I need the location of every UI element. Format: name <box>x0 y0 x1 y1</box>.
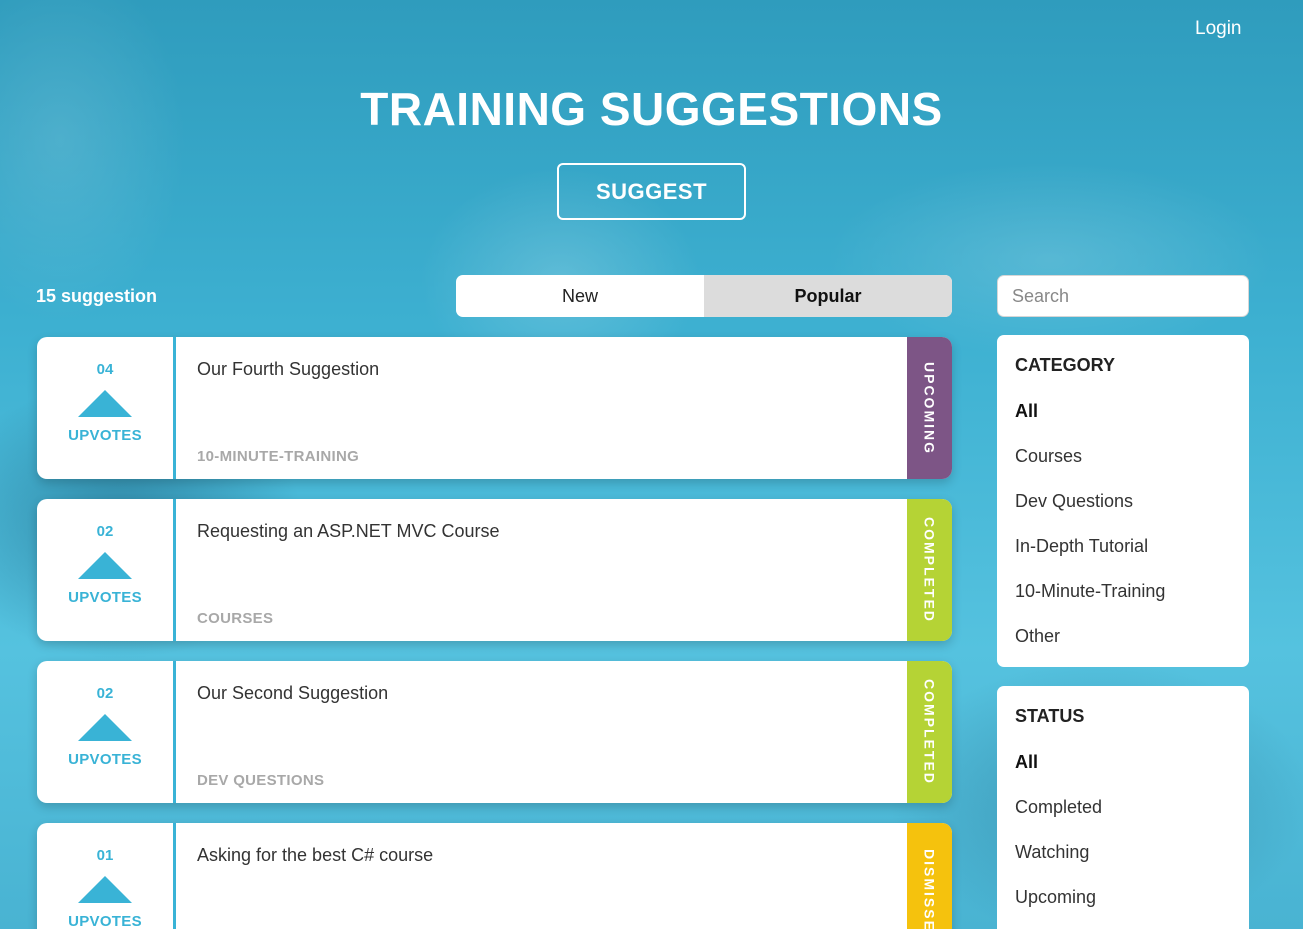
suggestion-title[interactable]: Our Second Suggestion <box>197 683 907 704</box>
status-filter-panel: STATUS All Completed Watching Upcoming <box>997 686 1249 929</box>
status-label: COMPLETED <box>921 517 938 623</box>
search-input[interactable] <box>997 275 1249 317</box>
vote-label: UPVOTES <box>68 589 142 606</box>
upvote-button[interactable]: 01 UPVOTES <box>37 823 176 929</box>
status-label: DISMISSED <box>921 849 938 929</box>
upvote-button[interactable]: 02 UPVOTES <box>37 499 176 641</box>
suggestion-body: Requesting an ASP.NET MVC Course COURSES <box>176 499 907 641</box>
vote-count: 01 <box>96 847 114 864</box>
sort-popular-button[interactable]: Popular <box>704 275 952 317</box>
sort-new-button[interactable]: New <box>456 275 704 317</box>
upvote-arrow-icon <box>78 390 132 417</box>
status-label: COMPLETED <box>921 679 938 785</box>
status-item-all[interactable]: All <box>1015 752 1231 797</box>
status-badge: COMPLETED <box>907 499 952 641</box>
category-filter-panel: CATEGORY All Courses Dev Questions In-De… <box>997 335 1249 667</box>
suggestion-category: 10-MINUTE-TRAINING <box>197 448 360 465</box>
page-title: TRAINING SUGGESTIONS <box>360 83 943 135</box>
vote-label: UPVOTES <box>68 427 142 444</box>
suggestion-title[interactable]: Our Fourth Suggestion <box>197 359 907 380</box>
status-badge: COMPLETED <box>907 661 952 803</box>
status-heading: STATUS <box>1015 706 1085 726</box>
upvote-button[interactable]: 02 UPVOTES <box>37 661 176 803</box>
vote-count: 02 <box>96 523 114 540</box>
suggestion-title[interactable]: Asking for the best C# course <box>197 845 907 866</box>
suggestion-body: Asking for the best C# course <box>176 823 907 929</box>
suggestion-title[interactable]: Requesting an ASP.NET MVC Course <box>197 521 907 542</box>
upvote-arrow-icon <box>78 552 132 579</box>
vote-count: 04 <box>96 361 114 378</box>
suggest-button[interactable]: SUGGEST <box>557 163 746 220</box>
category-item-dev-questions[interactable]: Dev Questions <box>1015 491 1231 536</box>
category-item-courses[interactable]: Courses <box>1015 446 1231 491</box>
upvote-arrow-icon <box>78 876 132 903</box>
suggestion-card: 02 UPVOTES Our Second Suggestion DEV QUE… <box>37 661 952 803</box>
status-badge: DISMISSED <box>907 823 952 929</box>
suggestion-body: Our Fourth Suggestion 10-MINUTE-TRAINING <box>176 337 907 479</box>
status-badge: UPCOMING <box>907 337 952 479</box>
suggestion-category: DEV QUESTIONS <box>197 772 325 789</box>
suggestion-category: COURSES <box>197 610 274 627</box>
category-item-10-minute-training[interactable]: 10-Minute-Training <box>1015 581 1231 626</box>
vote-label: UPVOTES <box>68 751 142 768</box>
vote-label: UPVOTES <box>68 913 142 929</box>
sort-toggle: New Popular <box>456 275 952 317</box>
status-item-watching[interactable]: Watching <box>1015 842 1231 887</box>
upvote-arrow-icon <box>78 714 132 741</box>
category-item-all[interactable]: All <box>1015 401 1231 446</box>
suggestion-count: 15 suggestion <box>36 286 158 306</box>
status-item-upcoming[interactable]: Upcoming <box>1015 887 1231 929</box>
login-link[interactable]: Login <box>1195 18 1242 40</box>
upvote-button[interactable]: 04 UPVOTES <box>37 337 176 479</box>
category-item-other[interactable]: Other <box>1015 626 1231 671</box>
suggestion-card: 04 UPVOTES Our Fourth Suggestion 10-MINU… <box>37 337 952 479</box>
vote-count: 02 <box>96 685 114 702</box>
suggestion-card: 01 UPVOTES Asking for the best C# course… <box>37 823 952 929</box>
category-item-in-depth-tutorial[interactable]: In-Depth Tutorial <box>1015 536 1231 581</box>
suggestion-body: Our Second Suggestion DEV QUESTIONS <box>176 661 907 803</box>
suggestion-card: 02 UPVOTES Requesting an ASP.NET MVC Cou… <box>37 499 952 641</box>
status-item-completed[interactable]: Completed <box>1015 797 1231 842</box>
status-label: UPCOMING <box>921 361 938 455</box>
category-heading: CATEGORY <box>1015 355 1116 375</box>
